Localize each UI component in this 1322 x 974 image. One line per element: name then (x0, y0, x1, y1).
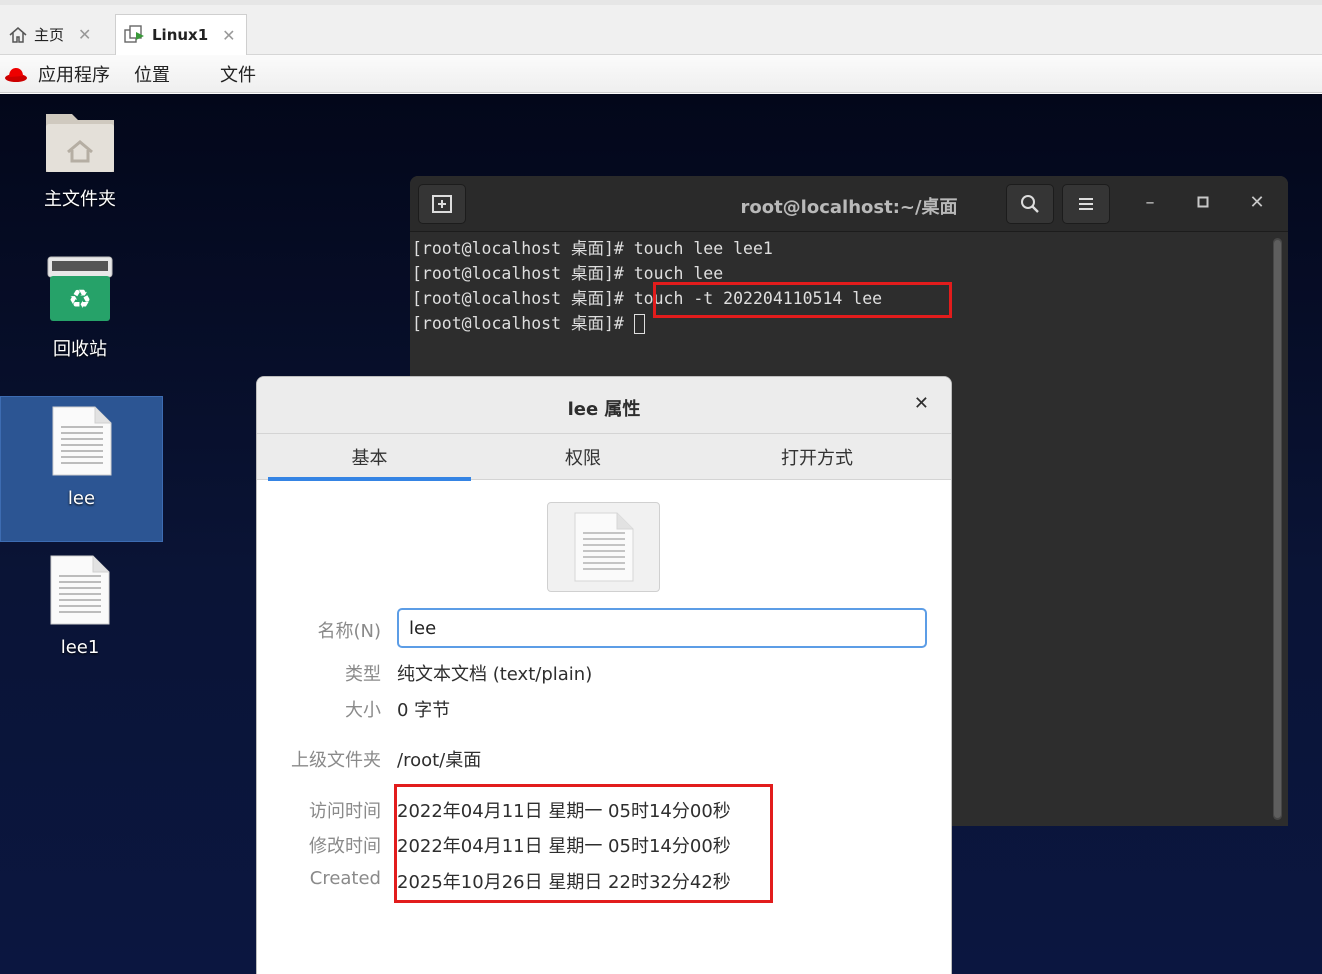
parent-folder-value[interactable]: /root/桌面 (397, 746, 481, 772)
text-file-icon (574, 512, 633, 582)
desktop-icon-lee1[interactable]: lee1 (0, 554, 160, 664)
file-preview (547, 502, 660, 592)
trash-icon: ♻ (47, 256, 113, 321)
search-icon (1021, 195, 1039, 213)
host-tab-label: 主页 (34, 26, 65, 44)
size-label: 大小 (345, 700, 381, 721)
accessed-label: 访问时间 (309, 801, 381, 822)
terminal-line: [root@localhost 桌面]# touch lee lee1 (412, 239, 773, 258)
svg-text:♻: ♻ (68, 285, 91, 315)
terminal-cursor (633, 314, 645, 334)
close-icon: ✕ (1249, 192, 1265, 213)
parent-folder-label: 上级文件夹 (291, 750, 381, 771)
tab-permissions[interactable]: 权限 (483, 434, 683, 480)
dialog-title: lee 属性 (567, 399, 641, 420)
maximize-icon (1197, 196, 1209, 208)
redhat-logo-icon (5, 67, 27, 82)
applications-menu[interactable]: 应用程序 (38, 61, 110, 87)
gnome-top-bar: 应用程序 位置 文件 (0, 55, 1322, 93)
tab-label: 基本 (351, 448, 388, 469)
desktop-icon-trash[interactable]: ♻ 回收站 (0, 254, 160, 364)
command-highlight-box (653, 282, 952, 318)
places-menu[interactable]: 位置 (134, 61, 170, 87)
files-menu[interactable]: 文件 (220, 61, 256, 87)
name-input[interactable] (397, 608, 927, 648)
dialog-close-button[interactable]: ✕ (914, 393, 929, 414)
vm-icon (124, 25, 144, 43)
desktop-icon-label: 主文件夹 (44, 189, 116, 210)
home-folder-icon (46, 114, 114, 172)
desktop-icon-home[interactable]: 主文件夹 (0, 106, 160, 216)
terminal-menu-button[interactable] (1062, 184, 1110, 224)
home-icon (9, 26, 27, 43)
close-icon[interactable]: ✕ (78, 25, 91, 44)
terminal-search-button[interactable] (1006, 184, 1054, 224)
desktop-icon-label: 回收站 (53, 339, 107, 360)
size-value: 0 字节 (397, 700, 451, 721)
name-label: 名称(N) (317, 621, 381, 642)
desktop-icon-lee[interactable]: lee (0, 396, 163, 542)
close-icon[interactable]: ✕ (222, 26, 235, 45)
tab-label: 打开方式 (781, 448, 853, 469)
timestamps-highlight-box (394, 784, 773, 903)
close-icon: ✕ (913, 393, 929, 414)
tab-label: 权限 (565, 448, 601, 469)
created-label: Created (309, 868, 381, 889)
text-file-icon (50, 555, 110, 625)
host-tab-label: Linux1 (152, 26, 209, 44)
text-file-icon (52, 406, 111, 476)
minimize-icon: – (1145, 192, 1155, 213)
terminal-scrollbar-thumb[interactable] (1274, 240, 1281, 818)
hamburger-menu-icon (1079, 198, 1093, 210)
desktop-icon-label: lee (67, 488, 96, 509)
dialog-header-bar[interactable]: lee 属性 ✕ (257, 377, 951, 434)
type-label: 类型 (345, 664, 381, 685)
terminal-line: [root@localhost 桌面]# (412, 314, 634, 333)
maximize-button[interactable] (1191, 192, 1215, 213)
host-tab-linux1[interactable]: Linux1 ✕ (115, 14, 247, 55)
terminal-header-bar[interactable]: root@localhost:~/桌面 – ✕ (410, 176, 1288, 232)
tab-basic[interactable]: 基本 (268, 434, 471, 481)
minimize-button[interactable]: – (1138, 192, 1162, 213)
type-value: 纯文本文档 (text/plain) (397, 664, 593, 685)
modified-label: 修改时间 (309, 836, 381, 857)
desktop-icon-label: lee1 (60, 637, 100, 658)
host-tab-strip: 主页 ✕ Linux1 ✕ (0, 0, 1322, 55)
close-button[interactable]: ✕ (1245, 192, 1269, 213)
tab-open-with[interactable]: 打开方式 (717, 434, 917, 480)
host-tab-home[interactable]: 主页 ✕ (0, 14, 110, 55)
dialog-tab-bar: 基本 权限 打开方式 (257, 434, 951, 481)
